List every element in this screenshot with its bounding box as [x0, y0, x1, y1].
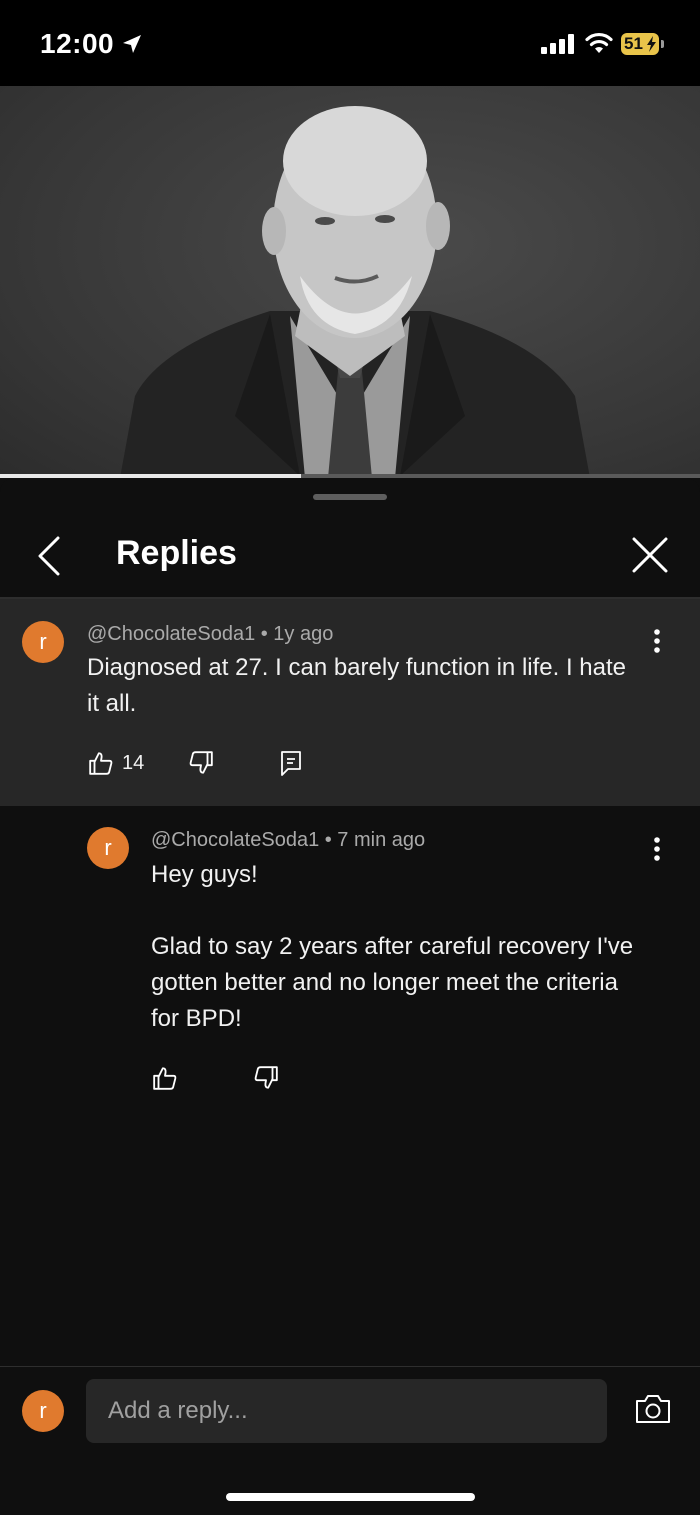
thumbs-up-icon[interactable]	[88, 750, 114, 776]
camera-icon[interactable]	[634, 1393, 672, 1425]
wifi-icon	[585, 32, 613, 53]
charging-bolt-icon	[647, 36, 656, 52]
location-arrow-icon	[123, 35, 141, 53]
reply-text-line1: Hey guys!	[151, 861, 258, 888]
thumbs-down-icon[interactable]	[253, 1065, 279, 1091]
parent-comment: r @ChocolateSoda1 • 1y ago Diagnosed at …	[0, 599, 700, 806]
battery-indicator: 51	[621, 33, 664, 55]
video-player[interactable]	[0, 86, 700, 478]
home-indicator[interactable]	[226, 1493, 475, 1501]
video-frame-person	[120, 106, 590, 478]
comment-meta: @ChocolateSoda1 • 1y ago	[87, 623, 334, 645]
reply-avatar[interactable]: r	[87, 827, 129, 869]
battery-level: 51	[624, 34, 643, 53]
reply-input[interactable]	[86, 1379, 607, 1443]
reply-meta: @ChocolateSoda1 • 7 min ago	[151, 829, 426, 851]
thumbs-up-icon[interactable]	[152, 1065, 178, 1091]
status-bar: 12:00 51	[0, 0, 700, 86]
more-vert-icon[interactable]	[650, 628, 664, 654]
composer-avatar: r	[22, 1390, 64, 1432]
drag-handle[interactable]	[313, 494, 387, 500]
signal-icon	[541, 34, 574, 54]
more-vert-icon[interactable]	[650, 836, 664, 862]
reply-comment-icon[interactable]	[279, 749, 303, 777]
close-icon[interactable]	[632, 537, 668, 573]
thumbs-down-icon[interactable]	[188, 750, 214, 776]
avatar[interactable]: r	[22, 621, 64, 663]
comment-text: Diagnosed at 27. I can barely function i…	[87, 654, 627, 717]
like-count: 14	[122, 752, 145, 774]
back-chevron-icon[interactable]	[36, 536, 64, 576]
page-title: Replies	[116, 534, 237, 572]
reply-text-line2: Glad to say 2 years after careful recove…	[151, 933, 634, 1032]
composer-divider	[0, 1366, 700, 1367]
status-time: 12:00	[40, 28, 115, 59]
